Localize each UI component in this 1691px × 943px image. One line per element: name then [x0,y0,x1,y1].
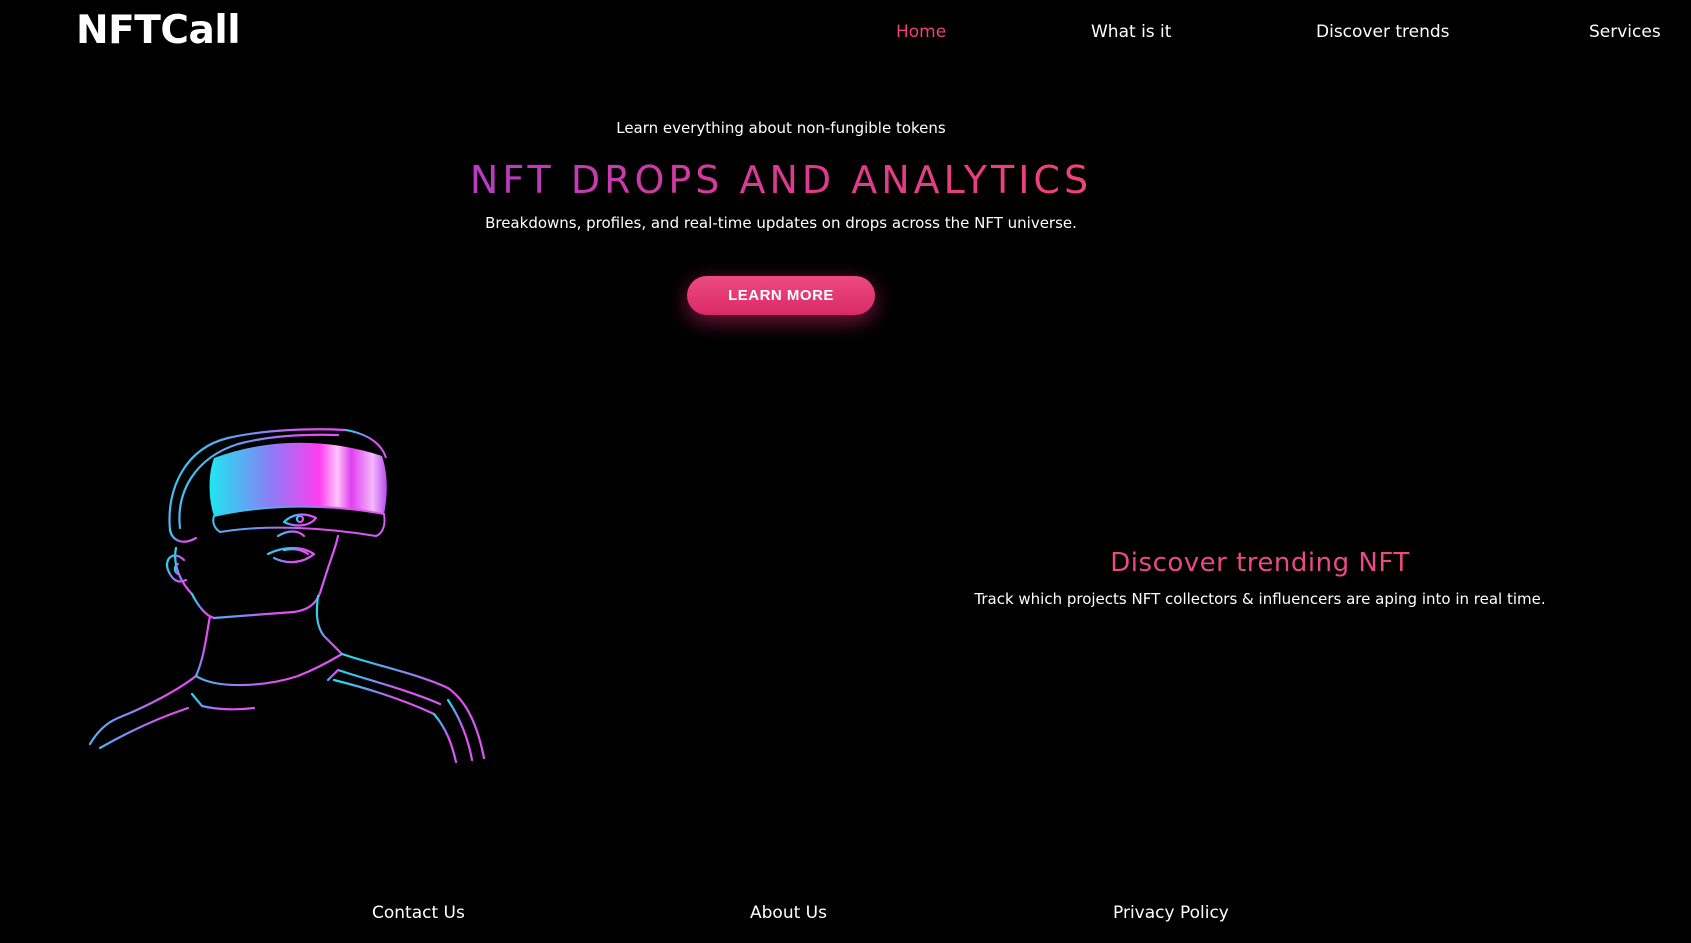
hero-title: NFT DROPS AND ANALYTICS [469,158,1093,202]
hero-subtitle: Breakdowns, profiles, and real-time upda… [485,214,1077,232]
site-logo[interactable]: NFTCall [76,8,241,53]
vr-headset-person-icon [88,418,528,788]
nav-services[interactable]: Services [1589,22,1661,42]
page: NFTCall Home What is it Discover trends … [0,0,1691,943]
footer-contact-link[interactable]: Contact Us [372,903,465,923]
footer-about-link[interactable]: About Us [750,903,827,923]
nav-discover-trends[interactable]: Discover trends [1316,22,1450,42]
hero-kicker: Learn everything about non-fungible toke… [616,119,946,137]
nav-what-is-it[interactable]: What is it [1091,22,1171,42]
nav-home[interactable]: Home [896,22,946,42]
learn-more-button[interactable]: LEARN MORE [687,276,875,315]
discover-title: Discover trending NFT [1110,548,1410,578]
cta-wrap: LEARN MORE [0,276,1562,315]
hero-title-wrap: NFT DROPS AND ANALYTICS [0,157,1562,203]
footer-privacy-link[interactable]: Privacy Policy [1113,903,1229,923]
discover-subtitle: Track which projects NFT collectors & in… [974,590,1546,608]
